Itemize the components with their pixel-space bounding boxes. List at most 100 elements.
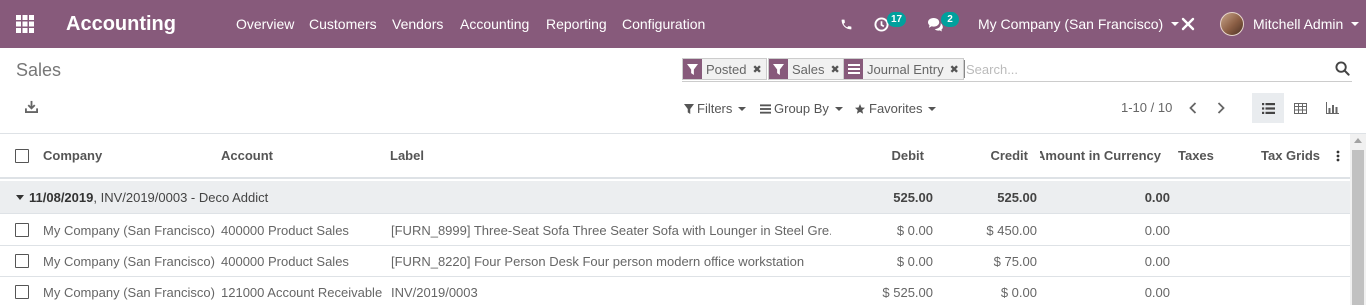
messages-chat-icon[interactable] bbox=[927, 0, 944, 48]
cell-account: 121000 Account Receivable bbox=[221, 284, 383, 300]
debug-tools-icon[interactable] bbox=[1181, 0, 1195, 48]
cell-debit: $ 525.00 bbox=[882, 284, 933, 300]
activity-count-badge: 17 bbox=[887, 12, 907, 27]
group-credit: 525.00 bbox=[997, 189, 1037, 205]
group-row[interactable]: 11/08/2019, INV/2019/0003 - Deco Addict … bbox=[0, 181, 1350, 214]
search-icon[interactable] bbox=[1335, 61, 1350, 79]
favorites-dropdown[interactable]: Favorites bbox=[854, 100, 937, 117]
table-row[interactable]: My Company (San Francisco) 400000 Produc… bbox=[0, 246, 1350, 277]
chevron-down-icon bbox=[1171, 22, 1180, 26]
chevron-down-icon bbox=[834, 106, 843, 111]
column-label[interactable]: Label bbox=[390, 134, 830, 177]
column-company[interactable]: Company bbox=[43, 134, 213, 177]
row-checkbox[interactable] bbox=[15, 246, 31, 276]
menu-vendors[interactable]: Vendors bbox=[392, 0, 443, 48]
table-header: Company Account Label Debit Credit Amoun… bbox=[0, 134, 1350, 179]
download-icon[interactable] bbox=[25, 100, 38, 116]
page-title: Sales bbox=[16, 60, 62, 80]
search-bar: Posted ✖ Sales ✖ Journal Entry ✖ bbox=[682, 57, 1352, 82]
select-all-checkbox[interactable] bbox=[15, 134, 31, 177]
scroll-up-arrow-icon[interactable] bbox=[1354, 138, 1362, 143]
message-count-badge: 2 bbox=[941, 12, 959, 27]
column-taxes[interactable]: Taxes bbox=[1178, 134, 1248, 177]
facet-journal-entry[interactable]: Journal Entry ✖ bbox=[843, 58, 964, 80]
table-row[interactable]: My Company (San Francisco) 121000 Accoun… bbox=[0, 277, 1350, 305]
favorites-label: Favorites bbox=[869, 101, 923, 116]
column-debit[interactable]: Debit bbox=[840, 134, 925, 177]
close-icon[interactable]: ✖ bbox=[950, 63, 959, 76]
group-amount-in-currency: 0.00 bbox=[1144, 189, 1170, 205]
row-checkbox[interactable] bbox=[15, 277, 31, 305]
close-icon[interactable]: ✖ bbox=[831, 63, 840, 76]
cell-credit: $ 450.00 bbox=[986, 222, 1037, 238]
cell-amount-in-currency: 0.00 bbox=[1144, 253, 1170, 269]
cell-account: 400000 Product Sales bbox=[221, 253, 349, 269]
filter-icon bbox=[683, 59, 702, 79]
menu-accounting[interactable]: Accounting bbox=[460, 0, 529, 48]
row-checkbox[interactable] bbox=[15, 215, 31, 245]
chevron-right-icon[interactable] bbox=[1214, 99, 1228, 117]
star-icon bbox=[855, 103, 865, 114]
group-by-dropdown[interactable]: Group By bbox=[760, 100, 843, 117]
search-input[interactable] bbox=[964, 60, 1324, 78]
pager-value[interactable]: 1-10 / 10 bbox=[1121, 100, 1172, 115]
cell-label: [FURN_8999] Three-Seat Sofa Three Seater… bbox=[391, 222, 831, 238]
facet-sales[interactable]: Sales ✖ bbox=[768, 58, 845, 80]
facet-posted[interactable]: Posted ✖ bbox=[682, 58, 767, 80]
group-date: 11/08/2019 bbox=[29, 189, 94, 205]
caret-down-icon[interactable] bbox=[16, 181, 26, 213]
cell-company: My Company (San Francisco) bbox=[43, 222, 215, 238]
chevron-down-icon bbox=[1351, 22, 1360, 26]
cell-label: INV/2019/0003 bbox=[391, 284, 478, 300]
column-account[interactable]: Account bbox=[221, 134, 381, 177]
column-credit[interactable]: Credit bbox=[940, 134, 1028, 177]
facet-label: Sales bbox=[792, 61, 825, 77]
user-menu[interactable]: Mitchell Admin bbox=[1220, 0, 1360, 48]
column-tax-grids[interactable]: Tax Grids bbox=[1250, 134, 1320, 177]
cell-amount-in-currency: 0.00 bbox=[1144, 222, 1170, 238]
scrollbar-thumb[interactable] bbox=[1352, 150, 1364, 305]
menu-configuration[interactable]: Configuration bbox=[622, 0, 705, 48]
app-title[interactable]: Accounting bbox=[66, 0, 176, 48]
menu-customers[interactable]: Customers bbox=[309, 0, 377, 48]
cell-company: My Company (San Francisco) bbox=[43, 253, 215, 269]
activity-clock-icon[interactable] bbox=[874, 0, 889, 48]
chevron-down-icon bbox=[738, 106, 747, 111]
filters-label: Filters bbox=[697, 101, 733, 116]
cell-label: [FURN_8220] Four Person Desk Four person… bbox=[391, 253, 805, 269]
cell-credit: $ 0.00 bbox=[1000, 284, 1037, 300]
pivot-view-icon[interactable] bbox=[1284, 93, 1316, 123]
group-debit: 525.00 bbox=[893, 189, 933, 205]
company-switcher[interactable]: My Company (San Francisco) bbox=[978, 0, 1180, 48]
facet-label: Posted bbox=[706, 61, 747, 77]
cell-company: My Company (San Francisco) bbox=[43, 284, 215, 300]
close-icon[interactable]: ✖ bbox=[752, 63, 761, 76]
group-by-label: Group By bbox=[774, 101, 829, 116]
group-by-icon bbox=[760, 103, 771, 114]
apps-menu-icon[interactable] bbox=[16, 0, 36, 48]
optional-columns-icon[interactable] bbox=[1336, 134, 1344, 177]
filter-icon bbox=[769, 59, 788, 79]
group-title: 11/08/2019, INV/2019/0003 - Deco Addict bbox=[29, 181, 629, 213]
group-entry: , INV/2019/0003 - Deco Addict bbox=[93, 189, 269, 205]
facet-label: Journal Entry bbox=[867, 61, 944, 77]
column-amount-in-currency[interactable]: Amount in Currency bbox=[1040, 134, 1161, 177]
menu-reporting[interactable]: Reporting bbox=[546, 0, 607, 48]
filters-dropdown[interactable]: Filters bbox=[684, 100, 747, 117]
group-by-icon bbox=[844, 59, 863, 79]
list-view-icon[interactable] bbox=[1252, 93, 1284, 123]
avatar bbox=[1220, 12, 1244, 36]
chevron-down-icon bbox=[928, 106, 937, 111]
cell-debit: $ 0.00 bbox=[896, 222, 933, 238]
menu-overview[interactable]: Overview bbox=[236, 0, 294, 48]
filter-icon bbox=[684, 103, 694, 114]
phone-icon[interactable] bbox=[840, 0, 853, 48]
user-name: Mitchell Admin bbox=[1253, 16, 1344, 32]
cell-debit: $ 0.00 bbox=[896, 253, 933, 269]
company-name: My Company (San Francisco) bbox=[978, 16, 1164, 32]
table-row[interactable]: My Company (San Francisco) 400000 Produc… bbox=[0, 215, 1350, 246]
cell-credit: $ 75.00 bbox=[993, 253, 1037, 269]
chevron-left-icon[interactable] bbox=[1186, 99, 1200, 117]
top-navbar: Accounting Overview Customers Vendors Ac… bbox=[0, 0, 1366, 48]
graph-view-icon[interactable] bbox=[1316, 93, 1348, 123]
